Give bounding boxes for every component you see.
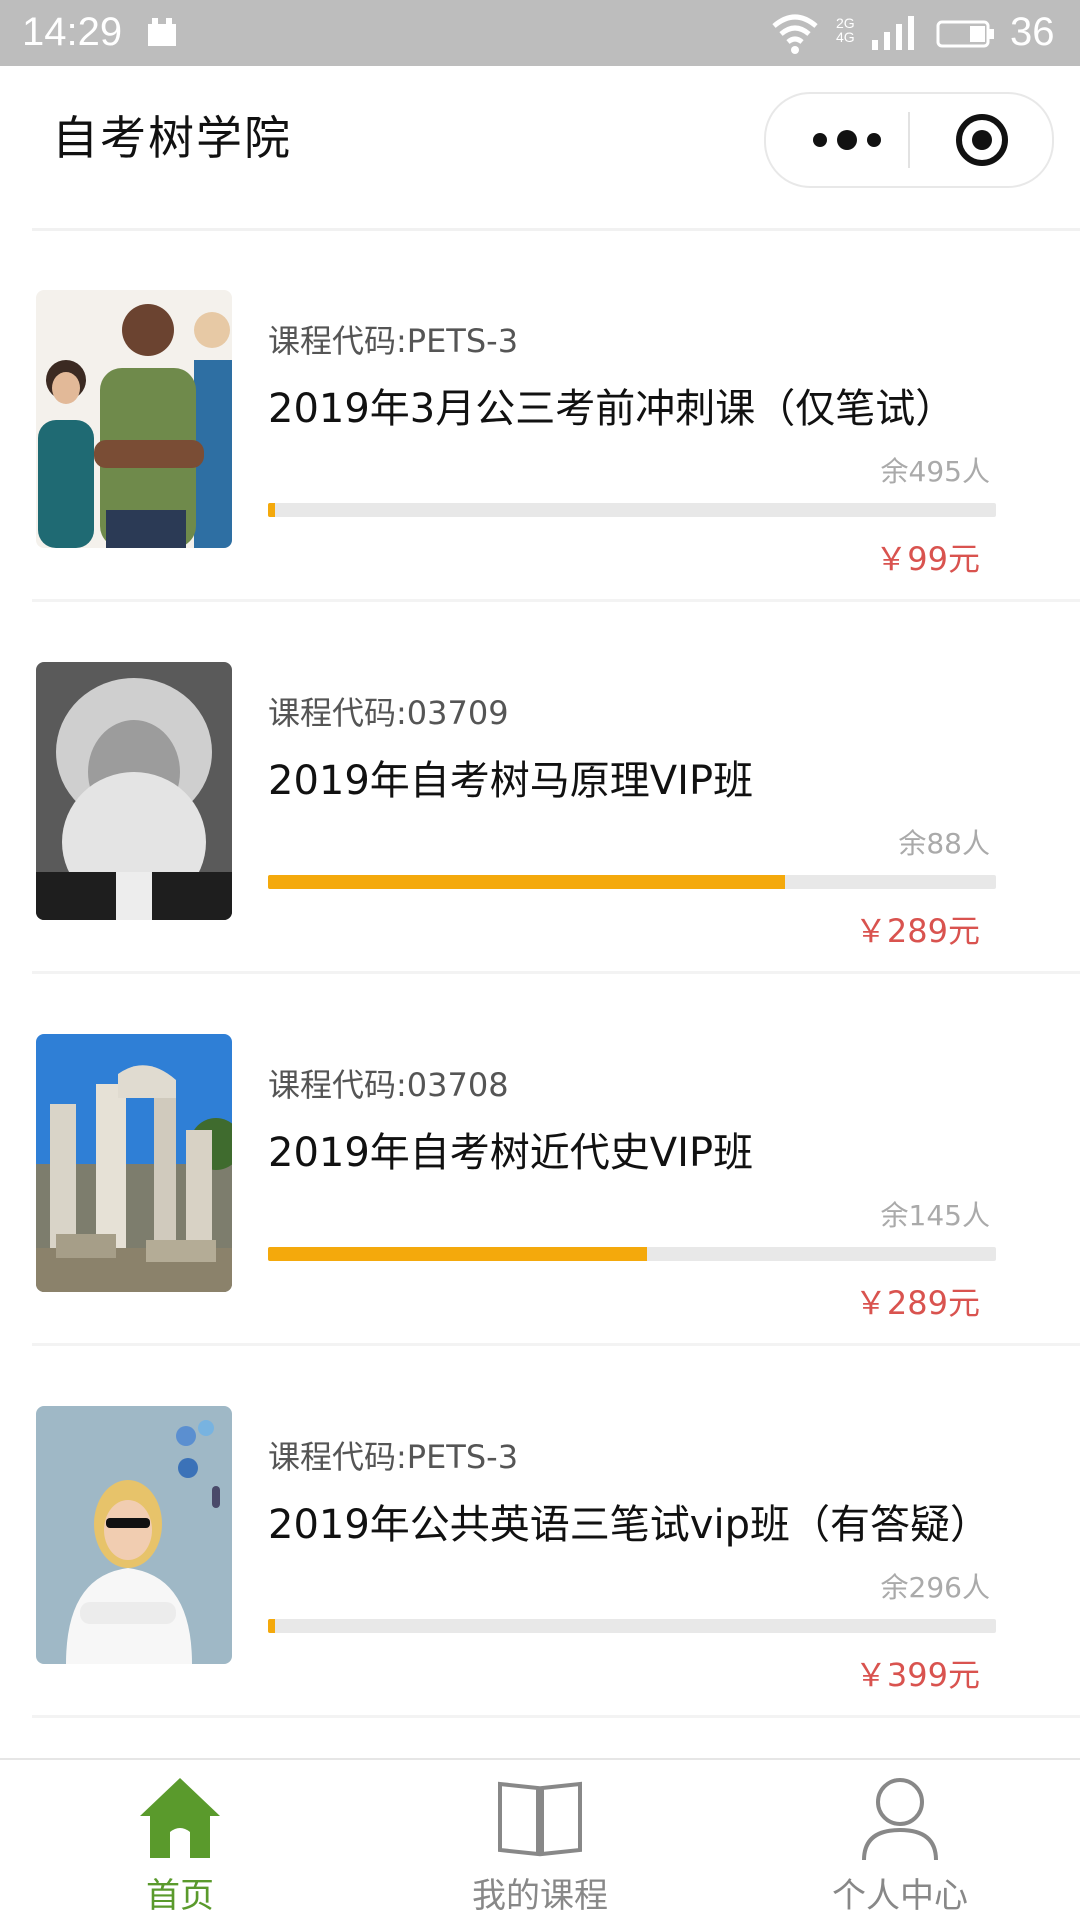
course-title: 2019年公共英语三笔试vip班（有答疑） [268, 1502, 990, 1548]
enrollment-progress [268, 875, 996, 889]
course-code: 课程代码:PETS-3 [268, 1438, 519, 1476]
tab-home[interactable]: 首页 [60, 1760, 300, 1922]
wifi-icon [772, 14, 818, 54]
progress-fill [268, 875, 785, 889]
tab-home-label: 首页 [146, 1876, 214, 1916]
mini-program-capsule [764, 92, 1054, 188]
person-icon [862, 1778, 938, 1861]
remaining-seats: 余495人 [880, 455, 990, 488]
tab-my-courses-label: 我的课程 [472, 1876, 608, 1916]
house-icon [140, 1778, 220, 1858]
course-price: ￥289元 [854, 912, 980, 950]
signal-icon [872, 16, 914, 50]
enrollment-progress [268, 503, 996, 517]
tab-profile[interactable]: 个人中心 [780, 1760, 1020, 1922]
course-price: ￥99元 [875, 540, 980, 578]
remaining-seats: 余145人 [880, 1199, 990, 1232]
course-code: 课程代码:03708 [268, 1066, 509, 1104]
status-time: 14:29 [22, 10, 123, 54]
navigation-bar: 自考树学院 [0, 66, 1080, 228]
course-card[interactable]: 课程代码:PETS-3 2019年3月公三考前冲刺课（仅笔试） 余495人 ￥9… [0, 230, 1080, 602]
remaining-seats: 余296人 [880, 1571, 990, 1604]
tab-profile-label: 个人中心 [832, 1876, 968, 1916]
battery-icon [936, 20, 994, 48]
course-card[interactable]: 课程代码:PETS-3 2019年公共英语三笔试vip班（有答疑） 余296人 … [0, 1346, 1080, 1718]
enrollment-progress [268, 1619, 996, 1633]
course-code: 课程代码:PETS-3 [268, 322, 519, 360]
course-code: 课程代码:03709 [268, 694, 509, 732]
progress-fill [268, 1619, 276, 1633]
course-thumbnail [36, 662, 232, 920]
capsule-divider [908, 112, 910, 168]
progress-fill [268, 1247, 647, 1261]
course-list: 课程代码:PETS-3 2019年3月公三考前冲刺课（仅笔试） 余495人 ￥9… [0, 230, 1080, 1718]
more-icon[interactable] [802, 114, 892, 166]
book-icon [498, 1781, 582, 1857]
card-divider [32, 1715, 1080, 1718]
progress-fill [268, 503, 276, 517]
course-title: 2019年3月公三考前冲刺课（仅笔试） [268, 386, 956, 432]
page-title: 自考树学院 [52, 111, 292, 165]
course-thumbnail [36, 290, 232, 548]
remaining-seats: 余88人 [898, 827, 990, 860]
close-miniprogram-icon[interactable] [954, 112, 1010, 168]
battery-level: 36 [1010, 10, 1055, 54]
course-title: 2019年自考树马原理VIP班 [268, 758, 754, 804]
notification-app-icon [148, 18, 176, 46]
status-bar: 14:29 2G 4G 36 [0, 0, 1080, 66]
course-title: 2019年自考树近代史VIP班 [268, 1130, 754, 1176]
course-card[interactable]: 课程代码:03708 2019年自考树近代史VIP班 余145人 ￥289元 [0, 974, 1080, 1346]
course-card[interactable]: 课程代码:03709 2019年自考树马原理VIP班 余88人 ￥289元 [0, 602, 1080, 974]
tab-my-courses[interactable]: 我的课程 [420, 1760, 660, 1922]
course-price: ￥399元 [854, 1656, 980, 1694]
course-thumbnail [36, 1034, 232, 1292]
course-price: ￥289元 [854, 1284, 980, 1322]
course-thumbnail [36, 1406, 232, 1664]
enrollment-progress [268, 1247, 996, 1261]
bottom-tab-bar: 首页 我的课程 个人中心 [0, 1758, 1080, 1922]
